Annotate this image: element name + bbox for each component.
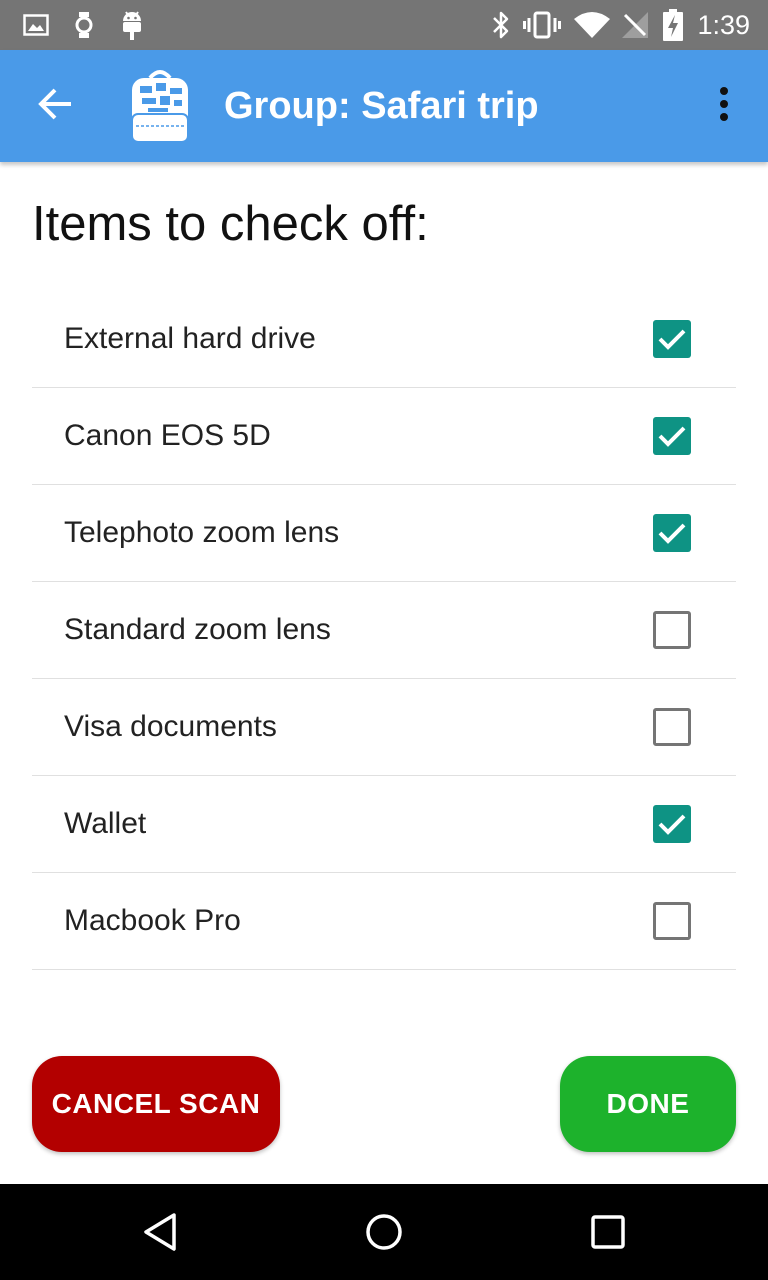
- bluetooth-icon: [488, 0, 514, 50]
- app-bar: Group: Safari trip: [0, 50, 768, 162]
- item-checkbox[interactable]: [653, 708, 691, 746]
- check-icon: [658, 329, 686, 350]
- item-label: Wallet: [64, 807, 147, 840]
- backpack-icon: [126, 68, 194, 144]
- nav-recents-icon[interactable]: [578, 1202, 638, 1262]
- page-heading: Items to check off:: [32, 197, 429, 251]
- checklist-item[interactable]: Visa documents: [32, 679, 736, 776]
- overflow-menu-button[interactable]: [700, 78, 748, 134]
- item-checkbox[interactable]: [653, 417, 691, 455]
- item-label: Canon EOS 5D: [64, 419, 271, 452]
- item-checkbox[interactable]: [653, 320, 691, 358]
- cancel-scan-button[interactable]: CANCEL SCAN: [32, 1056, 280, 1152]
- done-button[interactable]: DONE: [560, 1056, 736, 1152]
- navigation-bar: [0, 1184, 768, 1280]
- item-label: Standard zoom lens: [64, 613, 331, 646]
- checklist-item[interactable]: Wallet: [32, 776, 736, 873]
- status-bar: 1:39: [0, 0, 768, 50]
- app-title: Group: Safari trip: [224, 85, 539, 127]
- item-checkbox[interactable]: [653, 611, 691, 649]
- check-icon: [658, 426, 686, 447]
- vibrate-icon: [522, 0, 562, 50]
- checklist-item[interactable]: Macbook Pro: [32, 873, 736, 970]
- item-checkbox[interactable]: [653, 514, 691, 552]
- more-vert-icon: [719, 86, 729, 127]
- arrow-back-icon: [38, 88, 74, 125]
- nav-back-icon[interactable]: [130, 1202, 190, 1262]
- android-icon: [118, 0, 146, 50]
- check-icon: [658, 814, 686, 835]
- no-signal-icon: [620, 0, 650, 50]
- watch-icon: [72, 0, 96, 50]
- status-time: 1:39: [697, 10, 750, 40]
- wifi-icon: [572, 0, 612, 50]
- checklist-item[interactable]: External hard drive: [32, 291, 736, 388]
- item-checkbox[interactable]: [653, 805, 691, 843]
- item-label: Macbook Pro: [64, 904, 241, 937]
- item-label: Visa documents: [64, 710, 277, 743]
- item-label: External hard drive: [64, 322, 316, 355]
- checklist-item[interactable]: Telephoto zoom lens: [32, 485, 736, 582]
- item-checklist: External hard drive Canon EOS 5D Telepho…: [32, 291, 736, 970]
- checklist-item[interactable]: Standard zoom lens: [32, 582, 736, 679]
- image-icon: [22, 0, 50, 50]
- item-label: Telephoto zoom lens: [64, 516, 340, 549]
- item-checkbox[interactable]: [653, 902, 691, 940]
- check-icon: [658, 523, 686, 544]
- checklist-item[interactable]: Canon EOS 5D: [32, 388, 736, 485]
- nav-home-icon[interactable]: [354, 1202, 414, 1262]
- battery-charging-icon: [661, 0, 685, 50]
- back-button[interactable]: [24, 78, 88, 134]
